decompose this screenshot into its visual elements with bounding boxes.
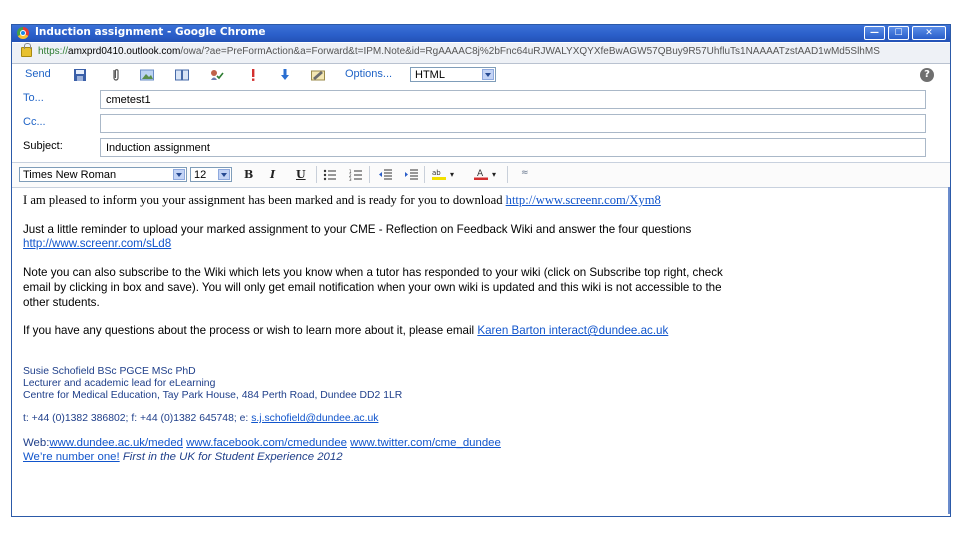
decrease-indent-icon[interactable] [378, 169, 392, 181]
message-line-2: Just a little reminder to upload your ma… [23, 223, 692, 236]
chevron-down-icon [173, 169, 185, 180]
to-row: To... cmetest1 [12, 88, 950, 110]
message-line-3c: other students. [23, 296, 100, 309]
send-button[interactable]: Send [25, 68, 51, 80]
font-color-icon[interactable]: A [474, 168, 488, 180]
to-button[interactable]: To... [23, 92, 44, 104]
message-line-3a: Note you can also subscribe to the Wiki … [23, 266, 723, 279]
check-names-icon[interactable] [210, 69, 224, 81]
message-line-1: I am pleased to inform you your assignme… [23, 193, 661, 208]
chevron-down-icon [482, 69, 494, 80]
lock-icon [21, 43, 32, 57]
to-field[interactable]: cmetest1 [100, 90, 926, 109]
increase-indent-icon[interactable] [404, 169, 418, 181]
cc-field[interactable] [100, 114, 926, 133]
toolbar-divider [316, 166, 317, 183]
address-bar[interactable]: https://amxprd0410.outlook.com/owa/?ae=P… [12, 43, 950, 64]
scrollbar-edge [948, 187, 950, 514]
subject-value: Induction assignment [106, 142, 210, 154]
importance-low-icon[interactable] [278, 69, 292, 81]
signature-address: Centre for Medical Education, Tay Park H… [23, 390, 403, 401]
insert-image-icon[interactable] [140, 69, 154, 81]
line-4-text: If you have any questions about the proc… [23, 324, 478, 337]
italic-button[interactable]: I [270, 168, 275, 181]
attach-icon[interactable] [109, 69, 123, 81]
contact-prefix: t: +44 (0)1382 386802; f: +44 (0)1382 64… [23, 413, 252, 424]
window-title: Induction assignment - Google Chrome [35, 26, 266, 38]
chevron-down-icon[interactable]: ▾ [450, 169, 454, 179]
svg-text:3: 3 [349, 177, 352, 181]
twitter-link[interactable]: www.twitter.com/cme_dundee [350, 437, 501, 449]
signature-role: Lecturer and academic lead for eLearning [23, 378, 216, 389]
toolbar-divider [424, 166, 425, 183]
web-prefix: Web: [23, 437, 50, 449]
email-link[interactable]: s.j.schofield@dundee.ac.uk [251, 413, 378, 424]
tagline-text: First in the UK for Student Experience 2… [122, 451, 343, 463]
subject-label: Subject: [23, 140, 63, 152]
underline-button[interactable]: U [296, 168, 306, 181]
message-line-4: If you have any questions about the proc… [23, 323, 668, 338]
bullet-list-icon[interactable] [323, 169, 337, 181]
address-book-icon[interactable] [175, 69, 189, 81]
title-bar[interactable]: Induction assignment - Google Chrome — ☐… [12, 25, 950, 42]
cc-button[interactable]: Cc... [23, 116, 46, 128]
close-button[interactable]: ✕ [912, 26, 946, 40]
chevron-down-icon[interactable]: ▾ [492, 169, 496, 179]
browser-window: Induction assignment - Google Chrome — ☐… [11, 24, 951, 517]
more-options-icon[interactable]: ≈ [521, 168, 529, 178]
signature-contact: t: +44 (0)1382 386802; f: +44 (0)1382 64… [23, 413, 378, 425]
format-value: HTML [415, 69, 445, 81]
maximize-button[interactable]: ☐ [888, 26, 909, 40]
message-body[interactable]: I am pleased to inform you your assignme… [12, 187, 950, 514]
facebook-link[interactable]: www.facebook.com/cmedundee [186, 437, 347, 449]
toolbar-divider [507, 166, 508, 183]
signature-web: Web:www.dundee.ac.uk/meded www.facebook.… [23, 436, 501, 450]
url-path: /owa/?ae=PreFormAction&a=Forward&t=IPM.N… [180, 46, 880, 57]
signature-name: Susie Schofield BSc PGCE MSc PhD [23, 366, 196, 377]
karen-barton-link[interactable]: Karen Barton interact@dundee.ac.uk [477, 324, 668, 337]
save-icon[interactable] [73, 69, 87, 81]
to-value: cmetest1 [106, 94, 151, 106]
font-size-value: 12 [194, 169, 207, 181]
formatting-toolbar: Times New Roman 12 B I U 123 ab ▾ A ▾ ≈ [12, 162, 950, 188]
font-size-select[interactable]: 12 [190, 167, 232, 182]
url-text[interactable]: https://amxprd0410.outlook.com/owa/?ae=P… [38, 46, 946, 57]
bold-button[interactable]: B [244, 168, 253, 181]
subject-field[interactable]: Induction assignment [100, 138, 926, 157]
signature-icon[interactable] [311, 69, 325, 81]
options-button[interactable]: Options... [345, 68, 392, 80]
svg-text:ab: ab [432, 169, 441, 177]
url-host: amxprd0410.outlook.com [68, 46, 181, 57]
cc-row: Cc... [12, 112, 950, 134]
screenr-link-2[interactable]: http://www.screenr.com/sLd8 [23, 236, 171, 251]
font-family-value: Times New Roman [23, 169, 117, 181]
help-icon[interactable]: ? [920, 68, 934, 82]
subject-row: Subject: Induction assignment [12, 136, 950, 158]
toolbar-divider [369, 166, 370, 183]
meded-link[interactable]: www.dundee.ac.uk/meded [49, 437, 183, 449]
chrome-icon [17, 27, 29, 39]
message-format-select[interactable]: HTML [410, 67, 496, 82]
chevron-down-icon [218, 169, 230, 180]
font-family-select[interactable]: Times New Roman [19, 167, 187, 182]
url-scheme: https:// [38, 46, 69, 57]
compose-toolbar: Send Options... HTML ? [12, 64, 950, 86]
highlight-icon[interactable]: ab [432, 168, 446, 180]
screenr-link-1[interactable]: http://www.screenr.com/Xym8 [506, 193, 661, 207]
message-line-3b: email by clicking in box and save). You … [23, 281, 722, 294]
importance-high-icon[interactable] [246, 69, 260, 81]
minimize-button[interactable]: — [864, 26, 885, 40]
number-one-link[interactable]: We’re number one! [23, 451, 120, 463]
numbered-list-icon[interactable]: 123 [349, 169, 363, 181]
line-1-text: I am pleased to inform you your assignme… [23, 193, 506, 207]
signature-tagline: We’re number one! First in the UK for St… [23, 450, 343, 464]
